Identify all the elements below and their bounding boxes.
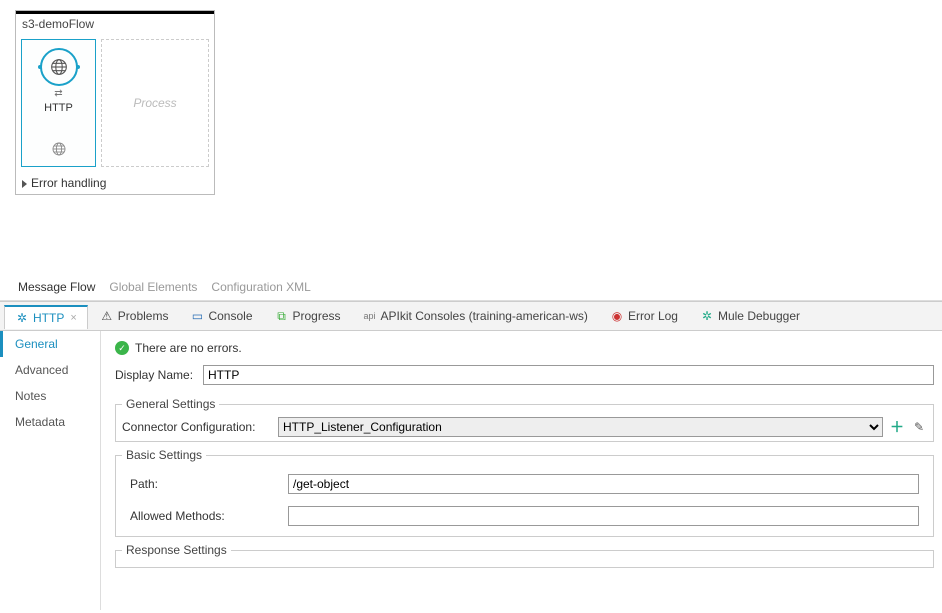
properties-sidebar: General Advanced Notes Metadata <box>0 331 100 610</box>
general-legend: General Settings <box>122 397 219 411</box>
editor-subtabs: Message Flow Global Elements Configurati… <box>0 280 942 301</box>
response-settings-group: Response Settings <box>115 543 934 568</box>
flow-canvas: s3-demoFlow ⇄ HTTP Process Error handlin… <box>0 0 942 280</box>
globe-icon <box>50 140 68 158</box>
add-config-button[interactable]: ＋ <box>889 419 905 435</box>
sidebar-item-metadata[interactable]: Metadata <box>3 409 100 435</box>
properties-panel: General Advanced Notes Metadata ✓ There … <box>0 331 942 610</box>
tab-muledebugger[interactable]: ✲ Mule Debugger <box>690 305 810 327</box>
display-name-label: Display Name: <box>115 368 195 382</box>
tab-problems[interactable]: ⚠ Problems <box>90 305 179 327</box>
flow-container[interactable]: s3-demoFlow ⇄ HTTP Process Error handlin… <box>15 10 215 195</box>
exchange-icon: ⇄ <box>54 90 62 98</box>
expand-icon <box>22 180 27 188</box>
tab-console[interactable]: ▭ Console <box>180 305 262 327</box>
http-connector[interactable]: ⇄ HTTP <box>21 39 96 167</box>
status-text: There are no errors. <box>135 341 242 355</box>
process-dropzone[interactable]: Process <box>101 39 209 167</box>
ok-icon: ✓ <box>115 341 129 355</box>
http-icon: ✲ <box>15 311 29 325</box>
connector-config-select[interactable]: HTTP_Listener_Configuration <box>278 417 883 437</box>
allowed-methods-input[interactable] <box>288 506 919 526</box>
response-legend: Response Settings <box>122 543 231 557</box>
display-name-row: Display Name: <box>107 359 942 391</box>
connector-label: HTTP <box>44 102 73 114</box>
path-input[interactable] <box>288 474 919 494</box>
progress-icon: ⧉ <box>275 309 289 323</box>
errorlog-icon: ◉ <box>610 309 624 323</box>
flow-title: s3-demoFlow <box>16 11 214 34</box>
sidebar-item-advanced[interactable]: Advanced <box>3 357 100 383</box>
properties-main: ✓ There are no errors. Display Name: Gen… <box>100 331 942 610</box>
error-handling-section[interactable]: Error handling <box>16 172 214 194</box>
edit-config-button[interactable]: ✎ <box>911 419 927 435</box>
sidebar-item-notes[interactable]: Notes <box>3 383 100 409</box>
display-name-input[interactable] <box>203 365 934 385</box>
path-label: Path: <box>130 477 280 491</box>
globe-icon <box>40 48 78 86</box>
basic-legend: Basic Settings <box>122 448 206 462</box>
allowed-methods-label: Allowed Methods: <box>130 509 280 523</box>
apikit-icon: api <box>363 309 377 323</box>
tab-message-flow[interactable]: Message Flow <box>18 280 95 294</box>
debug-icon: ✲ <box>700 309 714 323</box>
close-icon[interactable]: × <box>70 312 76 324</box>
status-bar: ✓ There are no errors. <box>107 337 942 359</box>
basic-settings-group: Basic Settings Path: Allowed Methods: <box>115 448 934 537</box>
bottom-view-tabs: ✲ HTTP × ⚠ Problems ▭ Console ⧉ Progress… <box>0 301 942 331</box>
console-icon: ▭ <box>190 309 204 323</box>
general-settings-group: General Settings Connector Configuration… <box>115 397 934 442</box>
tab-global-elements[interactable]: Global Elements <box>109 280 197 294</box>
tab-configuration-xml[interactable]: Configuration XML <box>211 280 310 294</box>
tab-errorlog[interactable]: ◉ Error Log <box>600 305 688 327</box>
tab-http[interactable]: ✲ HTTP × <box>4 305 88 329</box>
tab-apikit[interactable]: api APIkit Consoles (training-american-w… <box>353 305 598 327</box>
sidebar-item-general[interactable]: General <box>0 331 100 357</box>
connector-config-label: Connector Configuration: <box>122 420 272 434</box>
problems-icon: ⚠ <box>100 309 114 323</box>
tab-progress[interactable]: ⧉ Progress <box>265 305 351 327</box>
